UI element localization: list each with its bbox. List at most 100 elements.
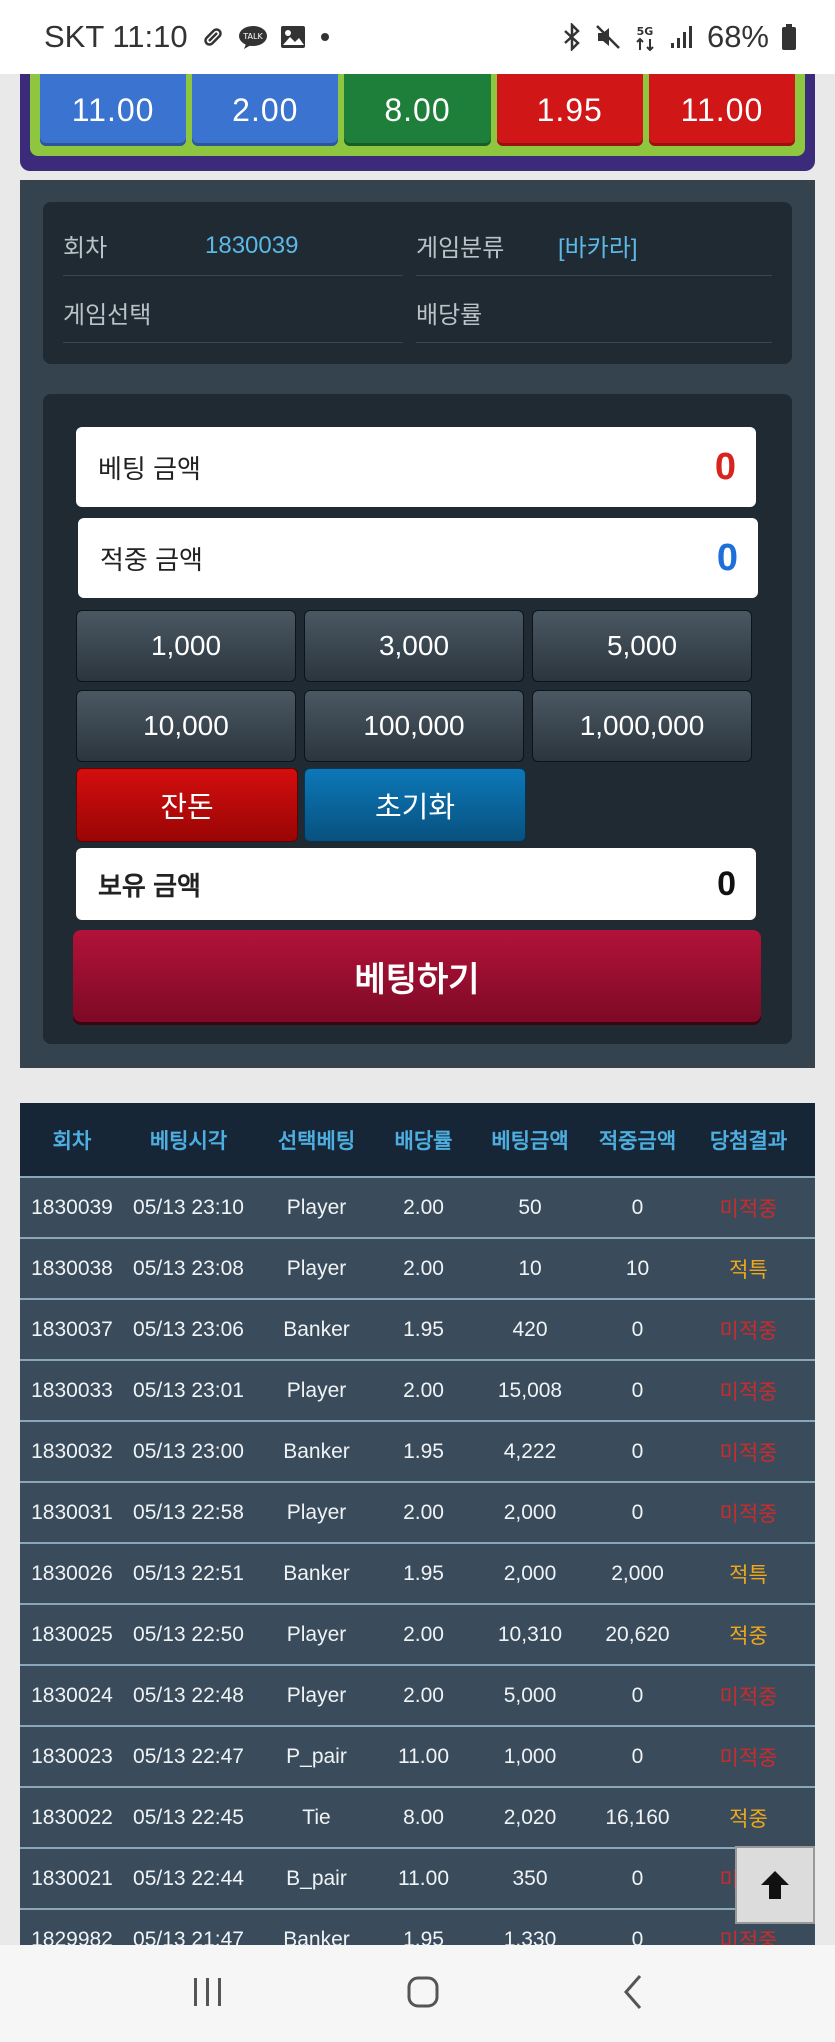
table-cell: 1830026 <box>20 1542 124 1604</box>
table-cell: Banker <box>253 1908 380 1945</box>
table-cell: 05/13 22:47 <box>124 1725 253 1787</box>
table-cell: 0 <box>593 1359 682 1421</box>
table-cell: 1830023 <box>20 1725 124 1787</box>
bet-panel: 회차 1830039 게임분류 [바카라] 게임선택 배당률 베팅 금액 0 적… <box>20 180 815 1068</box>
pill-icon <box>200 24 226 50</box>
table-cell: 2.00 <box>380 1176 467 1238</box>
mute-icon <box>595 24 621 50</box>
bet-amount-label: 베팅 금액 <box>98 453 201 484</box>
battery-percent: 68% <box>706 19 769 54</box>
table-cell: 05/13 22:58 <box>124 1481 253 1543</box>
table-cell: 11.00 <box>380 1847 467 1909</box>
table-cell: 15,008 <box>467 1359 593 1421</box>
status-bar: SKT 11:10 TALK 5G 68% <box>0 0 835 74</box>
table-cell: 1.95 <box>380 1298 467 1360</box>
back-icon[interactable] <box>618 1972 648 2016</box>
arrow-up-icon <box>761 1871 789 1899</box>
table-cell: 2.00 <box>380 1664 467 1726</box>
table-cell: 0 <box>593 1420 682 1482</box>
chip-1000-button[interactable]: 1,000 <box>76 610 296 682</box>
table-cell: 1830039 <box>20 1176 124 1238</box>
battery-icon <box>781 23 797 51</box>
change-button[interactable]: 잔돈 <box>76 768 298 842</box>
table-cell: 미적중 <box>682 1298 815 1360</box>
table-cell: 4,222 <box>467 1420 593 1482</box>
odds-button-tie[interactable]: 8.00 <box>344 74 491 146</box>
table-cell: Tie <box>253 1786 380 1848</box>
table-cell: 2.00 <box>380 1603 467 1665</box>
table-cell: 0 <box>593 1725 682 1787</box>
table-cell: 1,000 <box>467 1725 593 1787</box>
chip-3000-button[interactable]: 3,000 <box>304 610 524 682</box>
hit-amount-value: 0 <box>716 536 738 579</box>
table-cell: 적특 <box>682 1237 815 1299</box>
table-cell: 미적중 <box>682 1725 815 1787</box>
table-cell: 1830037 <box>20 1298 124 1360</box>
table-cell: 1830025 <box>20 1603 124 1665</box>
table-cell: 16,160 <box>593 1786 682 1848</box>
table-row: 1830022 05/13 22:45 Tie 8.00 2,020 16,160 적중 <box>20 1786 815 1848</box>
table-cell: 10,310 <box>467 1603 593 1665</box>
table-row: 1829982 05/13 21:47 Banker 1.95 1,330 0 미적중 <box>20 1908 815 1945</box>
round-value: 1830039 <box>205 231 299 259</box>
chip-10000-button[interactable]: 10,000 <box>76 690 296 762</box>
table-cell: Player <box>253 1237 380 1299</box>
round-label: 회차 <box>63 235 108 262</box>
table-row: 1830037 05/13 23:06 Banker 1.95 420 0 미적중 <box>20 1298 815 1360</box>
table-cell: 1,330 <box>467 1908 593 1945</box>
table-cell: 0 <box>593 1481 682 1543</box>
table-cell: 11.00 <box>380 1725 467 1787</box>
bet-form: 베팅 금액 0 적중 금액 0 1,000 3,000 5,000 10,000… <box>43 394 792 1044</box>
table-row: 1830023 05/13 22:47 P_pair 11.00 1,000 0 미적중 <box>20 1725 815 1787</box>
svg-text:5G: 5G <box>637 25 654 38</box>
odds-button-player[interactable]: 2.00 <box>192 74 339 146</box>
table-cell: 05/13 23:06 <box>124 1298 253 1360</box>
table-cell: 1830033 <box>20 1359 124 1421</box>
table-cell: 미적중 <box>682 1176 815 1238</box>
table-cell: 미적중 <box>682 1359 815 1421</box>
table-row: 183002105/13 22:44B_pair11.003500미적중 <box>20 1847 815 1909</box>
hit-amount-field: 적중 금액 0 <box>78 518 758 598</box>
table-cell: 1.95 <box>380 1542 467 1604</box>
table-cell: 미적중 <box>682 1420 815 1482</box>
table-cell: 05/13 23:10 <box>124 1176 253 1238</box>
5g-icon: 5G <box>633 23 657 51</box>
bluetooth-icon <box>561 23 583 51</box>
table-cell: Banker <box>253 1298 380 1360</box>
chip-1000000-button[interactable]: 1,000,000 <box>532 690 752 762</box>
table-row: 1830032 05/13 23:00 Banker 1.95 4,222 0 미적중 <box>20 1420 815 1482</box>
place-bet-button[interactable]: 베팅하기 <box>73 930 761 1022</box>
odds-button-player-pair[interactable]: 11.00 <box>40 74 187 146</box>
table-cell: 10 <box>467 1237 593 1299</box>
table-cell: 1830031 <box>20 1481 124 1543</box>
scroll-top-button[interactable] <box>735 1846 815 1924</box>
system-nav-bar <box>0 1945 835 2042</box>
table-row: 1830026 05/13 22:51 Banker 1.95 2,000 2,000 적특 <box>20 1542 815 1604</box>
table-cell: 1829982 <box>20 1908 124 1945</box>
chip-5000-button[interactable]: 5,000 <box>532 610 752 682</box>
table-header: 회차 베팅시각 선택베팅 배당률 베팅금액 적중금액 당첨결과 <box>20 1103 815 1177</box>
table-row: 1830025 05/13 22:50 Player 2.00 10,310 20,620… <box>20 1603 815 1665</box>
bet-info-box: 회차 1830039 게임분류 [바카라] 게임선택 배당률 <box>43 202 792 364</box>
odds-button-banker[interactable]: 1.95 <box>496 74 643 146</box>
odds-button-banker-pair[interactable]: 11.00 <box>648 74 796 146</box>
talk-icon: TALK <box>238 24 268 50</box>
dot-icon <box>318 30 332 44</box>
reset-button[interactable]: 초기화 <box>304 768 526 842</box>
home-icon[interactable] <box>403 1972 443 2016</box>
table-cell: 8.00 <box>380 1786 467 1848</box>
table-cell: 2,000 <box>467 1481 593 1543</box>
table-row: 1830039 05/13 23:10 Player 2.00 50 0 미적중 <box>20 1176 815 1238</box>
table-cell: 20,620 <box>593 1603 682 1665</box>
recent-apps-icon[interactable] <box>188 1975 228 2013</box>
table-cell: Banker <box>253 1542 380 1604</box>
table-cell: 10 <box>593 1237 682 1299</box>
category-value: [바카라] <box>558 235 638 262</box>
table-cell: 5,000 <box>467 1664 593 1726</box>
table-cell: 적특 <box>682 1542 815 1604</box>
column-header: 적중금액 <box>593 1103 682 1177</box>
table-cell: 2,020 <box>467 1786 593 1848</box>
table-cell: 05/13 23:00 <box>124 1420 253 1482</box>
image-icon <box>280 25 306 49</box>
chip-100000-button[interactable]: 100,000 <box>304 690 524 762</box>
